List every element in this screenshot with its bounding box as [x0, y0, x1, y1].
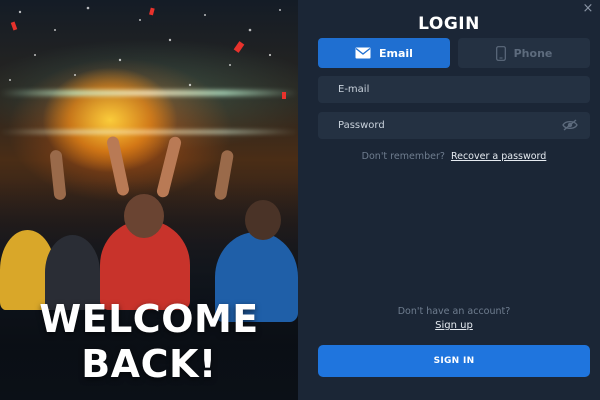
signin-button[interactable]: SIGN IN [318, 345, 590, 377]
hero-banner: WELCOME BACK! [0, 0, 298, 400]
tab-email-label: Email [379, 46, 413, 60]
email-field-container [318, 76, 590, 103]
tab-email[interactable]: Email [318, 38, 450, 68]
recover-password-link[interactable]: Recover a password [451, 151, 546, 162]
login-title: LOGIN [418, 14, 480, 34]
signup-link[interactable]: Sign up [318, 320, 590, 331]
email-field[interactable] [338, 84, 558, 95]
welcome-heading-line1: WELCOME [39, 297, 259, 341]
tab-phone-label: Phone [513, 46, 553, 60]
forgot-prompt: Don't remember? [361, 151, 445, 162]
envelope-icon [355, 47, 371, 59]
confetti-graphic [9, 6, 286, 99]
password-field[interactable] [338, 120, 558, 131]
eye-off-icon[interactable] [562, 119, 578, 131]
login-method-tabs: Email Phone [318, 38, 590, 68]
login-page: WELCOME BACK! × LOGIN Email Phone E-mail… [0, 0, 600, 400]
welcome-heading-line2: BACK! [81, 342, 217, 386]
password-field-container [318, 112, 590, 139]
tab-phone[interactable]: Phone [458, 38, 590, 68]
smartphone-icon [495, 45, 506, 61]
recover-password-row: Don't remember? Recover a password [318, 151, 590, 162]
no-account-prompt: Don't have an account? [397, 306, 511, 317]
login-panel: × LOGIN Email Phone E-mail Don't remembe… [298, 0, 600, 400]
